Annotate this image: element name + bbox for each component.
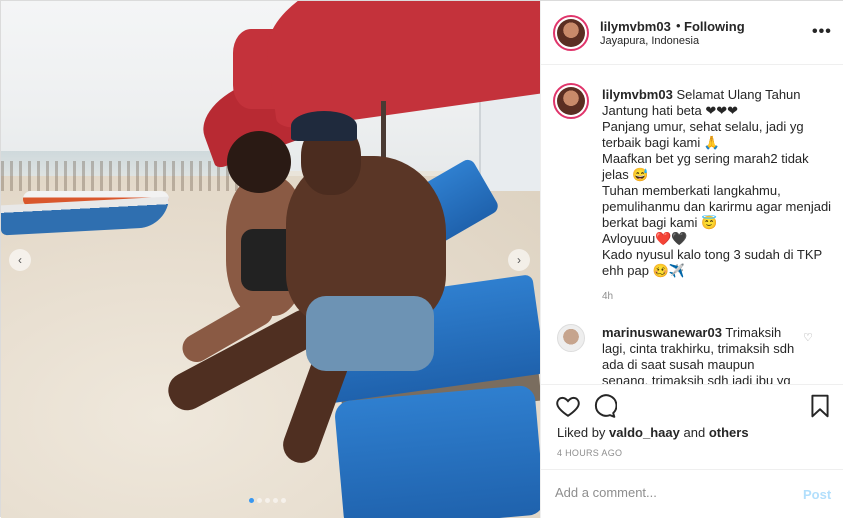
photo-man-shorts [306,296,434,371]
caption-line: Panjang umur, sehat selalu, jadi yg terb… [602,119,804,150]
heart-icon[interactable] [555,393,581,419]
carousel-prev-button[interactable]: ‹ [9,249,31,271]
post-caption: lilymvbm03 Selamat Ulang Tahun Jantung h… [602,87,832,279]
header-separator: • [676,18,681,33]
likes-and: and [683,425,706,440]
comment-item: marinuswanewar03 Trimaksih lagi, cinta t… [602,325,802,384]
caption-line: Jantung hati beta ❤❤❤ [602,103,739,118]
likes-prefix: Liked by [557,425,606,440]
post-header: lilymvbm03 • Following Jayapura, Indones… [541,1,843,65]
caption-line: Tuhan memberkati langkahmu, pemulihanmu … [602,183,832,230]
post-timestamp[interactable]: 4 HOURS AGO [557,448,622,458]
photo-woman-hair [227,131,291,193]
chevron-right-icon: › [517,253,521,267]
caption-line: Selamat Ulang Tahun [676,87,801,102]
carousel-indicator [249,498,286,503]
carousel-dot [265,498,270,503]
carousel-dot [257,498,262,503]
carousel-dot [281,498,286,503]
chevron-left-icon: ‹ [18,253,22,267]
carousel-dot [273,498,278,503]
post-location[interactable]: Jayapura, Indonesia [600,35,699,47]
caption-line: Kado nyusul kalo tong 3 sudah di TKP ehh… [602,247,822,278]
photo-lounger-front [333,384,540,518]
comments-section[interactable]: lilymvbm03 Selamat Ulang Tahun Jantung h… [541,65,843,385]
caption-line: Maafkan bet yg sering marah2 tidak jelas… [602,151,809,182]
liker-username[interactable]: valdo_haay [609,425,680,440]
instagram-post: ‹ › lilymvbm03 • Following Jayapura, Ind… [0,0,843,518]
action-bar [541,385,843,425]
commenter-username[interactable]: marinuswanewar03 [602,325,722,340]
caption-username[interactable]: lilymvbm03 [602,87,673,102]
comment-input[interactable] [555,485,795,500]
comment-like-icon[interactable]: ♡ [803,331,813,344]
likes-others-link[interactable]: others [709,425,749,440]
post-side-panel: lilymvbm03 • Following Jayapura, Indones… [540,1,843,518]
caption-avatar[interactable] [553,83,589,119]
photo-crowd [1,161,241,191]
following-button[interactable]: Following [684,19,745,34]
more-options-icon[interactable]: ••• [812,23,832,41]
post-photo[interactable]: ‹ › [1,1,540,518]
likes-summary: Liked by valdo_haay and others [557,425,749,440]
comment-bubble-icon[interactable] [591,393,617,419]
carousel-next-button[interactable]: › [508,249,530,271]
photo-man-cap [291,111,357,141]
author-username[interactable]: lilymvbm03 [600,19,671,34]
carousel-dot [249,498,254,503]
bookmark-icon[interactable] [807,393,833,419]
caption-time: 4h [602,291,614,302]
author-avatar[interactable] [553,15,589,51]
caption-line: Avloyuuu❤️🖤 [602,231,688,246]
commenter-avatar[interactable] [557,324,585,352]
add-comment-bar: Post [541,469,843,518]
post-comment-button[interactable]: Post [803,487,831,502]
